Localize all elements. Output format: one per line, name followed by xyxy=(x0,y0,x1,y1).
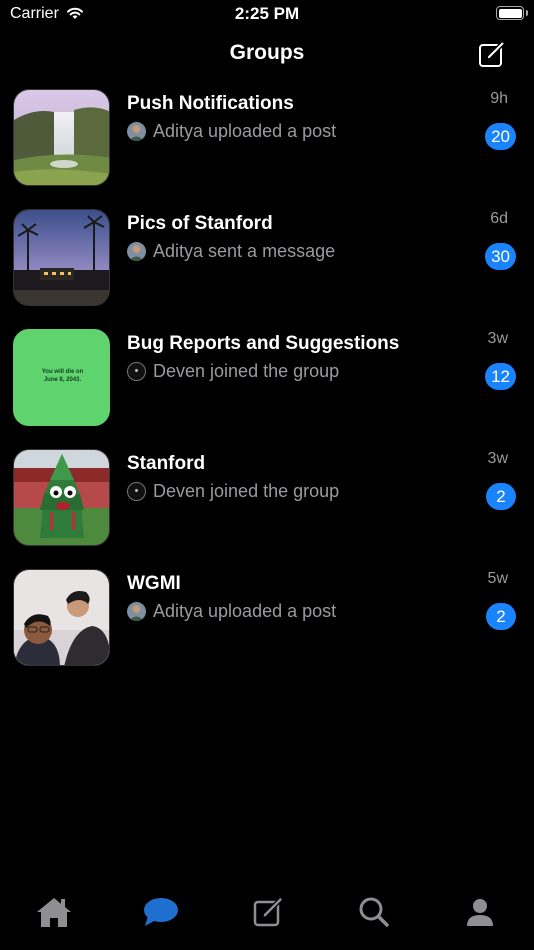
status-bar: Carrier 2:25 PM xyxy=(0,0,534,28)
battery-icon xyxy=(496,6,528,20)
unread-badge: 2 xyxy=(486,603,516,630)
status-time: 2:25 PM xyxy=(234,4,300,23)
user-avatar xyxy=(127,122,146,141)
group-last-activity: Aditya uploaded a post xyxy=(153,121,337,141)
group-last-activity: Aditya uploaded a post xyxy=(153,601,337,621)
default-avatar-icon xyxy=(127,362,146,381)
group-thumbnail xyxy=(13,209,110,306)
unread-badge: 12 xyxy=(485,363,516,390)
user-avatar xyxy=(127,602,146,621)
chat-bubble-icon xyxy=(144,898,178,926)
tab-search[interactable] xyxy=(354,892,394,932)
user-avatar xyxy=(127,242,146,261)
group-name: Push Notifications xyxy=(127,93,294,114)
tab-compose[interactable] xyxy=(248,892,288,932)
group-timestamp: 3w xyxy=(487,330,508,347)
group-last-activity: Deven joined the group xyxy=(153,361,340,381)
group-thumbnail xyxy=(13,449,110,546)
default-avatar-icon xyxy=(127,482,146,501)
group-timestamp: 3w xyxy=(487,450,508,467)
unread-badge: 30 xyxy=(485,243,516,270)
unread-badge: 2 xyxy=(486,483,516,510)
group-row-stanford[interactable]: Stanford Deven joined the group 3w 2 xyxy=(0,449,534,549)
group-last-activity: Aditya sent a message xyxy=(153,241,336,261)
group-name: Stanford xyxy=(127,453,206,474)
page-title: Groups xyxy=(229,41,305,64)
group-timestamp: 6d xyxy=(490,210,508,227)
tab-profile[interactable] xyxy=(460,892,500,932)
group-name: WGMI xyxy=(127,573,181,594)
tab-bar xyxy=(0,880,534,950)
tab-groups[interactable] xyxy=(141,892,181,932)
group-thumbnail xyxy=(13,569,110,666)
group-row-push-notifications[interactable]: Push Notifications Aditya uploaded a pos… xyxy=(0,89,534,189)
group-name: Bug Reports and Suggestions xyxy=(127,333,400,354)
compose-icon[interactable] xyxy=(478,40,506,68)
group-last-activity: Deven joined the group xyxy=(153,481,340,501)
thumbnail-caption: You will die on June 8, 2043. xyxy=(41,369,84,383)
profile-icon xyxy=(467,899,493,926)
group-thumbnail: You will die on June 8, 2043. xyxy=(13,329,110,426)
group-timestamp: 5w xyxy=(487,570,508,587)
search-icon xyxy=(359,897,389,927)
tab-home[interactable] xyxy=(34,892,74,932)
home-icon xyxy=(37,898,71,927)
group-row-pics-of-stanford[interactable]: Pics of Stanford Aditya sent a message 6… xyxy=(0,209,534,309)
group-timestamp: 9h xyxy=(490,90,508,107)
compose-icon xyxy=(253,897,283,927)
unread-badge: 20 xyxy=(485,123,516,150)
group-thumbnail xyxy=(13,89,110,186)
group-row-wgmi[interactable]: WGMI Aditya uploaded a post 5w 2 xyxy=(0,569,534,669)
group-name: Pics of Stanford xyxy=(127,213,273,234)
group-row-bug-reports[interactable]: You will die on June 8, 2043. Bug Report… xyxy=(0,329,534,429)
